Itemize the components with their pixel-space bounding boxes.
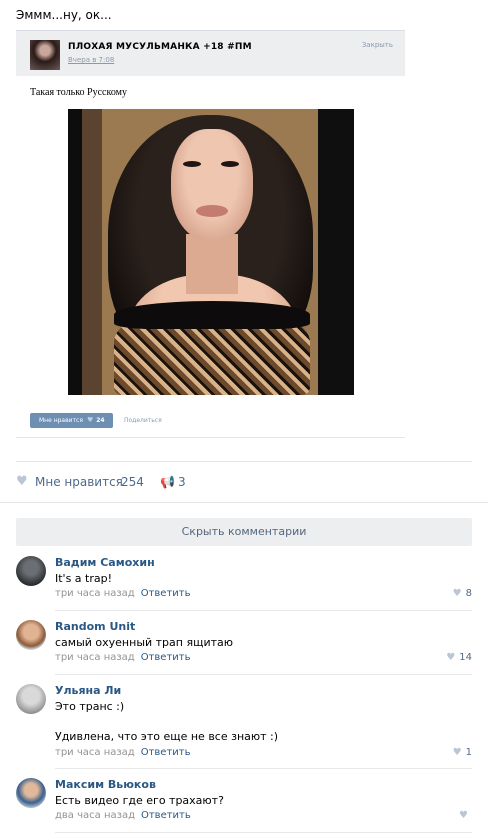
shared-like-button[interactable]: Мне нравится ♥ 24 bbox=[30, 413, 113, 428]
post-photo[interactable] bbox=[68, 109, 354, 395]
comment-meta: три часа назад Ответить bbox=[55, 747, 191, 758]
heart-icon: ♥ bbox=[446, 652, 456, 663]
shared-post-time[interactable]: Вчера в 7:08 bbox=[68, 56, 114, 64]
comment-text: It's a trap! bbox=[55, 572, 113, 585]
comment-time[interactable]: три часа назад bbox=[55, 652, 135, 663]
comment-like[interactable]: ♥ 8 bbox=[453, 588, 472, 599]
comment-like[interactable]: ♥ bbox=[459, 810, 472, 821]
comment-time[interactable]: три часа назад bbox=[55, 588, 135, 599]
avatar[interactable] bbox=[16, 620, 46, 650]
shared-like-count: 24 bbox=[96, 417, 105, 424]
comment-time[interactable]: два часа назад bbox=[55, 810, 135, 821]
comment: Random Unit самый охуенный трап ящитаю т… bbox=[16, 620, 472, 675]
hide-comments-button[interactable]: Скрыть комментарии bbox=[16, 518, 472, 546]
like-button[interactable]: Мне нравится bbox=[35, 474, 135, 490]
comment-like-count: 1 bbox=[465, 747, 472, 758]
heart-icon: ♥ bbox=[452, 747, 462, 758]
divider bbox=[55, 832, 472, 833]
community-avatar[interactable] bbox=[30, 40, 60, 70]
share-count[interactable]: 3 bbox=[178, 474, 186, 490]
comment-text: Есть видео где его трахают? bbox=[55, 794, 224, 807]
comment: Максим Вьюков Есть видео где его трахают… bbox=[16, 778, 472, 833]
reply-link[interactable]: Ответить bbox=[141, 588, 191, 599]
divider bbox=[55, 674, 472, 675]
divider bbox=[0, 502, 488, 503]
comment: Вадим Самохин It's a trap! три часа наза… bbox=[16, 556, 472, 611]
comment-author[interactable]: Random Unit bbox=[55, 620, 135, 633]
comment: Ульяна Ли Это транс :) Удивлена, что это… bbox=[16, 684, 472, 769]
comment-like[interactable]: ♥ 14 bbox=[446, 652, 472, 663]
post-text: Эммм...ну, ок... bbox=[16, 8, 112, 22]
divider bbox=[16, 461, 472, 462]
avatar[interactable] bbox=[16, 778, 46, 808]
divider bbox=[16, 437, 405, 438]
comment-author[interactable]: Максим Вьюков bbox=[55, 778, 156, 791]
heart-icon: ♥ bbox=[86, 416, 94, 424]
comment-text: Это транс :) bbox=[55, 700, 125, 713]
megaphone-icon[interactable]: 📢 bbox=[160, 474, 175, 490]
comment-text-line2: Удивлена, что это еще не все знают :) bbox=[55, 730, 279, 743]
community-name[interactable]: ПЛОХАЯ МУСУЛЬМАНКА +18 #ПМ bbox=[68, 42, 252, 52]
comment-like-count: 14 bbox=[459, 652, 472, 663]
reply-link[interactable]: Ответить bbox=[141, 652, 191, 663]
shared-like-label: Мне нравится bbox=[39, 417, 83, 424]
avatar[interactable] bbox=[16, 556, 46, 586]
like-count[interactable]: 254 bbox=[121, 474, 144, 490]
comment-text: самый охуенный трап ящитаю bbox=[55, 636, 234, 649]
divider bbox=[55, 768, 472, 769]
close-link[interactable]: Закрыть bbox=[362, 41, 393, 49]
comment-author[interactable]: Вадим Самохин bbox=[55, 556, 155, 569]
comment-meta: три часа назад Ответить bbox=[55, 652, 191, 663]
comment-like[interactable]: ♥ 1 bbox=[453, 747, 472, 758]
heart-icon: ♥ bbox=[452, 588, 462, 599]
shared-post: ПЛОХАЯ МУСУЛЬМАНКА +18 #ПМ Вчера в 7:08 … bbox=[16, 30, 405, 438]
shared-post-header: ПЛОХАЯ МУСУЛЬМАНКА +18 #ПМ Вчера в 7:08 … bbox=[16, 30, 405, 76]
comment-meta: три часа назад Ответить bbox=[55, 588, 191, 599]
comment-like-count: 8 bbox=[465, 588, 472, 599]
reply-link[interactable]: Ответить bbox=[141, 810, 191, 821]
comment-time[interactable]: три часа назад bbox=[55, 747, 135, 758]
divider bbox=[55, 610, 472, 611]
avatar[interactable] bbox=[16, 684, 46, 714]
heart-icon: ♥ bbox=[459, 810, 468, 821]
reply-link[interactable]: Ответить bbox=[141, 747, 191, 758]
shared-post-caption: Такая только Русскому bbox=[30, 87, 127, 98]
heart-icon[interactable]: ♥ bbox=[16, 474, 28, 490]
shared-share-link[interactable]: Поделиться bbox=[124, 413, 162, 428]
comment-author[interactable]: Ульяна Ли bbox=[55, 684, 121, 697]
comment-meta: два часа назад Ответить bbox=[55, 810, 191, 821]
